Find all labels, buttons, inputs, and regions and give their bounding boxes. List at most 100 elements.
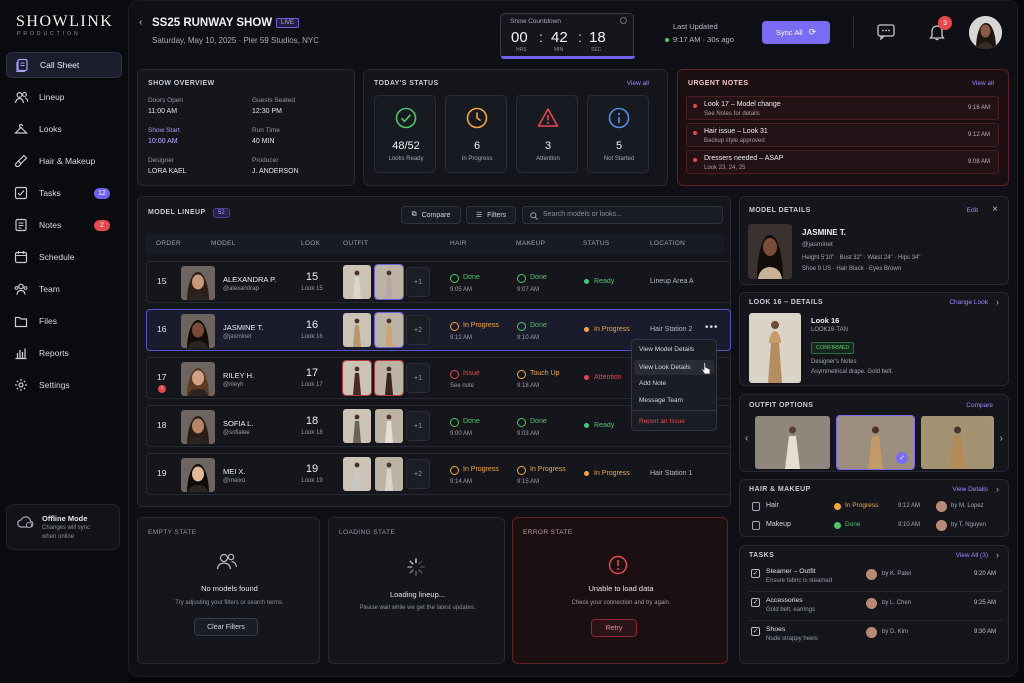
more-outfits-button[interactable]: +1	[406, 363, 430, 393]
sidebar-badge: 12	[94, 187, 110, 199]
model-handle: @meixu	[223, 478, 246, 484]
chevron-right-icon[interactable]: ›	[996, 484, 999, 494]
column-header: LOCATION	[650, 240, 686, 247]
menu-divider	[632, 410, 716, 411]
sidebar-item-lineup[interactable]: Lineup	[6, 84, 122, 110]
close-icon[interactable]: ×	[992, 204, 998, 215]
more-outfits-button[interactable]: +1	[406, 267, 430, 297]
outfit-option-1[interactable]	[755, 416, 830, 469]
sidebar-item-notes[interactable]: Notes 2	[6, 212, 122, 238]
table-row[interactable]: 19 MEI X. @meixu 19 Look 19 +2 In Progress 9:14…	[146, 453, 731, 495]
chevron-right-icon[interactable]: ›	[996, 297, 999, 307]
status-box-looks-ready[interactable]: 48/52 Looks Ready	[374, 95, 436, 173]
sidebar-item-files[interactable]: Files	[6, 308, 122, 334]
task-time: 9:20 AM	[973, 571, 996, 577]
tasks-view-all-link[interactable]: View All (3)	[956, 552, 988, 559]
sync-all-button[interactable]: Sync All ⟳	[762, 21, 830, 44]
chevron-right-icon[interactable]: ›	[996, 550, 999, 560]
outfit-option-3[interactable]	[921, 416, 994, 469]
outfit-thumb[interactable]	[343, 313, 371, 347]
sidebar-item-looks[interactable]: Looks	[6, 116, 122, 142]
outfit-thumb[interactable]	[343, 265, 371, 299]
user-avatar[interactable]	[969, 16, 1002, 49]
sidebar-item-call-sheet[interactable]: Call Sheet	[6, 52, 122, 78]
menu-message-team[interactable]: Message Team	[639, 397, 683, 404]
cloud-sync-icon	[17, 516, 34, 528]
assignee-avatar	[866, 569, 877, 580]
loading-heading: Loading lineup...	[389, 590, 446, 599]
check-circle-icon	[450, 274, 459, 283]
model-name: JASMINE T.	[802, 228, 847, 237]
carousel-prev-icon[interactable]: ‹	[745, 433, 748, 444]
sidebar-item-schedule[interactable]: Schedule	[6, 244, 122, 270]
last-updated-label: Last Updated	[673, 22, 718, 31]
outfit-thumb[interactable]	[343, 409, 371, 443]
outfit-thumb[interactable]	[375, 409, 403, 443]
task-checkbox[interactable]: ✓	[751, 598, 760, 607]
hm-time: 9:12 AM	[898, 503, 921, 509]
check-circle-icon	[517, 418, 526, 427]
sec-label: SEC	[591, 47, 602, 53]
more-outfits-button[interactable]: +2	[406, 315, 430, 345]
chat-icon[interactable]	[877, 24, 895, 40]
urgent-note-title: Dressers needed – ASAP	[704, 155, 784, 162]
status-box-attention[interactable]: 3 Attention	[516, 95, 578, 173]
offline-line2: when online	[42, 534, 75, 540]
task-checkbox[interactable]: ✓	[751, 627, 760, 636]
more-outfits-button[interactable]: +2	[406, 459, 430, 489]
lineup-title: MODEL LINEUP	[148, 209, 206, 216]
offline-mode-card[interactable]: Offline Mode Changes will sync when onli…	[6, 504, 120, 550]
urgent-note-time: 9:08 AM	[967, 159, 990, 165]
outfit-compare-link[interactable]: Compare	[966, 402, 993, 409]
sidebar-item-tasks[interactable]: Tasks 12	[6, 180, 122, 206]
tasks-title: TASKS	[749, 552, 775, 559]
row-order: 17	[157, 372, 167, 382]
outfit-option-2-selected[interactable]: ✓	[836, 415, 915, 470]
outfit-thumb[interactable]	[374, 360, 404, 396]
model-handle: @sofialee	[223, 430, 250, 436]
more-options-icon[interactable]: •••	[705, 322, 719, 333]
more-outfits-button[interactable]: +1	[406, 411, 430, 441]
status-box-not-started[interactable]: 5 Not Started	[587, 95, 649, 173]
model-name: JASMINE T.	[223, 323, 264, 332]
search-input[interactable]: Search models or looks...	[522, 206, 723, 224]
task-checkbox[interactable]: ✓	[751, 569, 760, 578]
urgent-view-all-link[interactable]: View all	[972, 80, 994, 87]
outfit-thumb[interactable]	[375, 457, 403, 491]
compare-button[interactable]: ⧉ Compare	[401, 206, 461, 224]
filters-button[interactable]: ☰ Filters	[466, 206, 516, 224]
empty-heading: No models found	[201, 584, 258, 593]
carousel-next-icon[interactable]: ›	[1000, 433, 1003, 444]
status-view-all-link[interactable]: View all	[627, 80, 649, 87]
urgent-note-item[interactable]: Hair issue – Look 31 Backup style approve…	[686, 123, 999, 147]
urgent-note-item[interactable]: Dressers needed – ASAP Look 23, 24, 25 9:0…	[686, 150, 999, 174]
outfit-thumb[interactable]	[374, 312, 404, 348]
outfit-thumb[interactable]	[374, 264, 404, 300]
outfit-thumb[interactable]	[343, 457, 371, 491]
menu-view-model-details[interactable]: View Model Details	[639, 346, 694, 353]
sidebar-item-settings[interactable]: Settings	[6, 372, 122, 398]
change-look-link[interactable]: Change Look	[949, 299, 988, 306]
task-sub: Nude strappy heels	[766, 636, 818, 642]
menu-report-issue[interactable]: Report an Issue	[639, 418, 685, 425]
search-icon	[530, 212, 538, 220]
urgent-note-item[interactable]: Look 17 – Model change See Notes for deta…	[686, 96, 999, 120]
sidebar: SHOWLINK PRODUCTION Call Sheet Lineup Look…	[0, 0, 128, 683]
clear-filters-button[interactable]: Clear Filters	[194, 618, 258, 636]
back-chevron-icon[interactable]: ‹	[139, 17, 142, 28]
hair-makeup-view-details-link[interactable]: View Details	[952, 486, 988, 493]
outfit-thumb[interactable]	[342, 360, 372, 396]
look-label: Look 15	[301, 286, 323, 292]
sidebar-item-hair-makeup[interactable]: Hair & Makeup	[6, 148, 122, 174]
model-edit-link[interactable]: Edit	[967, 207, 978, 214]
status-box-in-progress[interactable]: 6 In Progress	[445, 95, 507, 173]
menu-add-note[interactable]: Add Note	[639, 380, 666, 387]
sidebar-item-team[interactable]: Team	[6, 276, 122, 302]
sidebar-item-reports[interactable]: Reports	[6, 340, 122, 366]
table-row[interactable]: 15 ALEXANDRA P. @alexandrap 15 Look 15 +1 Done…	[146, 261, 731, 303]
overview-label: Run Time	[252, 127, 280, 134]
hair-makeup-title: HAIR & MAKEUP	[749, 486, 811, 493]
status-dot	[584, 279, 589, 284]
folder-icon	[14, 314, 28, 328]
retry-button[interactable]: Retry	[591, 619, 637, 637]
